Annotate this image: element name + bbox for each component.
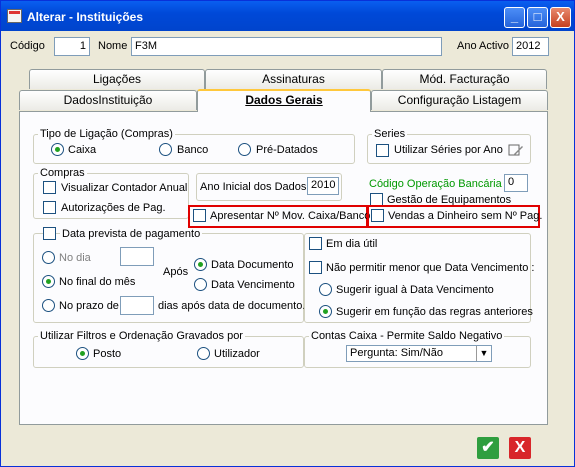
- sugerir-igual-radio[interactable]: [319, 283, 332, 296]
- close-button[interactable]: X: [550, 7, 571, 28]
- apresentar-checkbox[interactable]: [193, 209, 206, 222]
- no-prazo-radio[interactable]: [42, 299, 55, 312]
- caixa-label: Caixa: [68, 144, 97, 156]
- series-title: Series: [372, 128, 408, 140]
- no-final-label: No final do mês: [59, 276, 136, 288]
- ano-activo-field[interactable]: 2012: [512, 37, 549, 56]
- data-vencimento-radio[interactable]: [194, 278, 207, 291]
- filtros-group: Utilizar Filtros e Ordenação Gravados po…: [33, 330, 304, 368]
- tab-dados-gerais[interactable]: Dados Gerais: [197, 89, 371, 112]
- tab-ligacoes[interactable]: Ligações: [29, 69, 205, 89]
- contas-caixa-value: Pergunta: Sim/Não: [350, 347, 443, 359]
- data-prevista-checkbox[interactable]: [43, 227, 56, 240]
- nao-permitir-label: Não permitir menor que Data Vencimento :: [326, 262, 535, 274]
- contas-caixa-select[interactable]: Pergunta: Sim/Não ▼: [346, 345, 492, 362]
- utilizar-series-checkbox[interactable]: [376, 144, 389, 157]
- apresentar-label: Apresentar Nº Mov. Caixa/Banco: [210, 210, 371, 222]
- autorizacoes-checkbox[interactable]: [43, 201, 56, 214]
- visualizar-contador-checkbox[interactable]: [43, 181, 56, 194]
- ok-button[interactable]: ✔: [477, 437, 499, 459]
- maximize-button[interactable]: □: [527, 7, 548, 28]
- em-dia-util-label: Em dia útil: [326, 238, 378, 250]
- tab-mod-facturacao[interactable]: Mód. Facturação: [382, 69, 547, 89]
- edit-series-icon[interactable]: [508, 143, 524, 158]
- cod-operacao-field[interactable]: 0: [504, 174, 528, 192]
- no-prazo-label: No prazo de: [59, 300, 119, 312]
- sugerir-funcao-radio[interactable]: [319, 305, 332, 318]
- pre-datados-radio[interactable]: [238, 143, 251, 156]
- tab-dados-instituicao[interactable]: DadosInstituição: [19, 90, 197, 110]
- compras-title: Compras: [38, 167, 87, 179]
- no-dia-field[interactable]: [120, 247, 154, 266]
- posto-label: Posto: [93, 348, 122, 360]
- ano-inicial-label: Ano Inicial dos Dados: [200, 181, 307, 193]
- data-documento-label: Data Documento: [211, 259, 294, 271]
- chevron-down-icon[interactable]: ▼: [476, 346, 491, 361]
- app-icon: [7, 9, 22, 23]
- tipo-ligacao-title: Tipo de Ligação (Compras): [38, 128, 175, 140]
- autorizacoes-label: Autorizações de Pag.: [61, 202, 166, 214]
- utilizador-radio[interactable]: [197, 347, 210, 360]
- cod-operacao-label: Código Operação Bancária: [369, 178, 502, 190]
- no-dia-radio[interactable]: [42, 251, 55, 264]
- sugerir-funcao-label: Sugerir em função das regras anteriores: [336, 306, 533, 318]
- sugerir-igual-label: Sugerir igual à Data Vencimento: [336, 284, 494, 296]
- window-title: Alterar - Instituições: [27, 10, 144, 24]
- posto-radio[interactable]: [76, 347, 89, 360]
- data-prevista-label: Data prevista de pagamento: [60, 228, 203, 240]
- tab-configuracao-listagem[interactable]: Configuração Listagem: [371, 90, 548, 110]
- data-documento-radio[interactable]: [194, 258, 207, 271]
- codigo-label: Código: [10, 40, 45, 52]
- utilizador-label: Utilizador: [214, 348, 260, 360]
- filtros-title: Utilizar Filtros e Ordenação Gravados po…: [38, 330, 245, 342]
- no-prazo-field[interactable]: [120, 296, 154, 315]
- dialog-window: Alterar - Instituições _ □ X Código 1 No…: [0, 0, 575, 467]
- codigo-field[interactable]: 1: [54, 37, 90, 56]
- utilizar-series-label: Utilizar Séries por Ano: [394, 144, 503, 156]
- minimize-button[interactable]: _: [504, 7, 525, 28]
- nome-label: Nome: [98, 40, 128, 52]
- ano-inicial-field[interactable]: 2010: [307, 177, 339, 195]
- dias-apos-label: dias após data de documento.: [158, 300, 306, 312]
- banco-label: Banco: [177, 144, 209, 156]
- ano-activo-label: Ano Activo: [457, 40, 509, 52]
- no-final-radio[interactable]: [42, 275, 55, 288]
- no-dia-label: No dia: [59, 252, 91, 264]
- vendas-label: Vendas a Dinheiro sem Nº Pag.: [388, 210, 543, 222]
- apos-label: Após: [163, 266, 189, 278]
- title-bar[interactable]: Alterar - Instituições _ □ X: [1, 1, 574, 31]
- caixa-radio[interactable]: [51, 143, 64, 156]
- cancel-button[interactable]: X: [509, 437, 531, 459]
- tab-assinaturas[interactable]: Assinaturas: [205, 69, 382, 89]
- nome-field[interactable]: F3M: [131, 37, 442, 56]
- banco-radio[interactable]: [159, 143, 172, 156]
- data-vencimento-label: Data Vencimento: [211, 279, 295, 291]
- em-dia-util-checkbox[interactable]: [309, 237, 322, 250]
- pre-datados-label: Pré-Datados: [256, 144, 318, 156]
- nao-permitir-checkbox[interactable]: [309, 261, 322, 274]
- visualizar-contador-label: Visualizar Contador Anual: [61, 182, 188, 194]
- vendas-checkbox[interactable]: [371, 209, 384, 222]
- contas-caixa-title: Contas Caixa - Permite Saldo Negativo: [309, 330, 505, 342]
